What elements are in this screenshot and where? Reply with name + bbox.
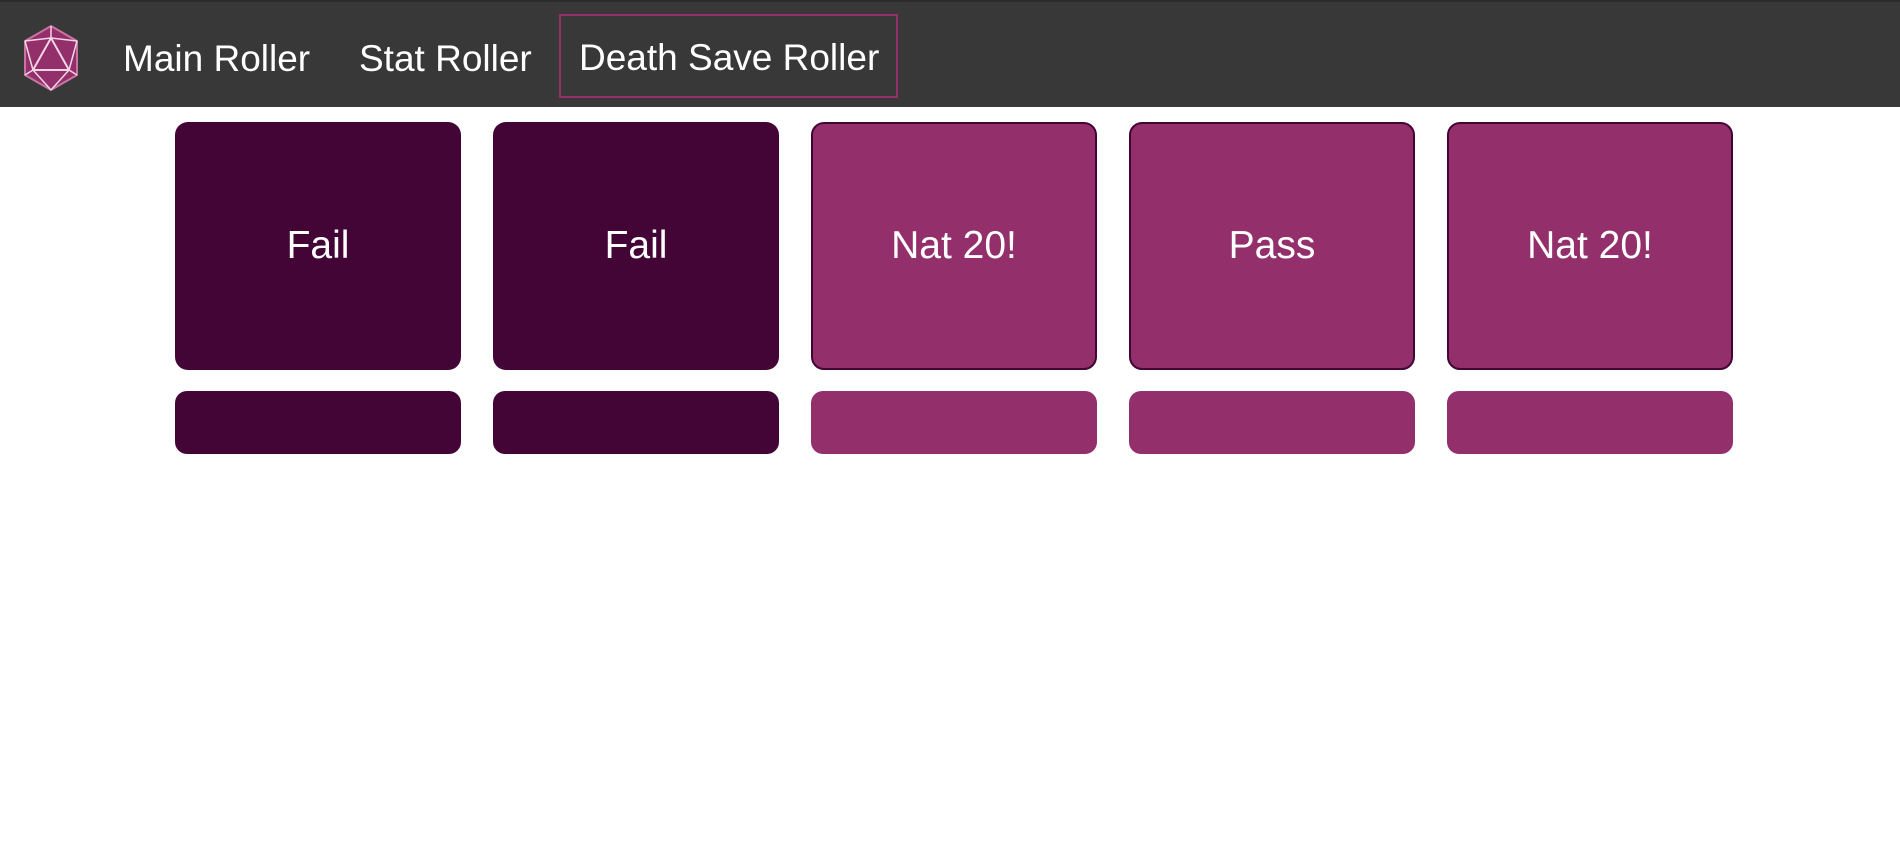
roll-status-bar xyxy=(493,391,779,454)
d20-icon[interactable] xyxy=(22,24,80,92)
roll-card[interactable]: Nat 20! xyxy=(1447,122,1733,370)
nav-death-save-roller[interactable]: Death Save Roller xyxy=(559,14,899,98)
roll-status-bar xyxy=(1129,391,1415,454)
roll-result: Nat 20! xyxy=(1527,224,1653,267)
roll-status-bar xyxy=(1447,391,1733,454)
roll-result: Pass xyxy=(1228,224,1316,267)
roll-card[interactable]: Nat 20! xyxy=(811,122,1097,370)
roll-result: Fail xyxy=(604,224,668,267)
roll-result: Fail xyxy=(286,224,350,267)
roll-card[interactable]: Fail xyxy=(493,122,779,370)
roll-status-bar xyxy=(175,391,461,454)
roll-result: Nat 20! xyxy=(891,224,1017,267)
roll-status-bar xyxy=(811,391,1097,454)
roll-card[interactable]: Pass xyxy=(1129,122,1415,370)
roll-card[interactable]: Fail xyxy=(175,122,461,370)
nav-stat-roller[interactable]: Stat Roller xyxy=(359,34,532,84)
nav-main-roller[interactable]: Main Roller xyxy=(123,34,310,84)
navbar: Main Roller Stat Roller Death Save Rolle… xyxy=(0,0,1900,107)
